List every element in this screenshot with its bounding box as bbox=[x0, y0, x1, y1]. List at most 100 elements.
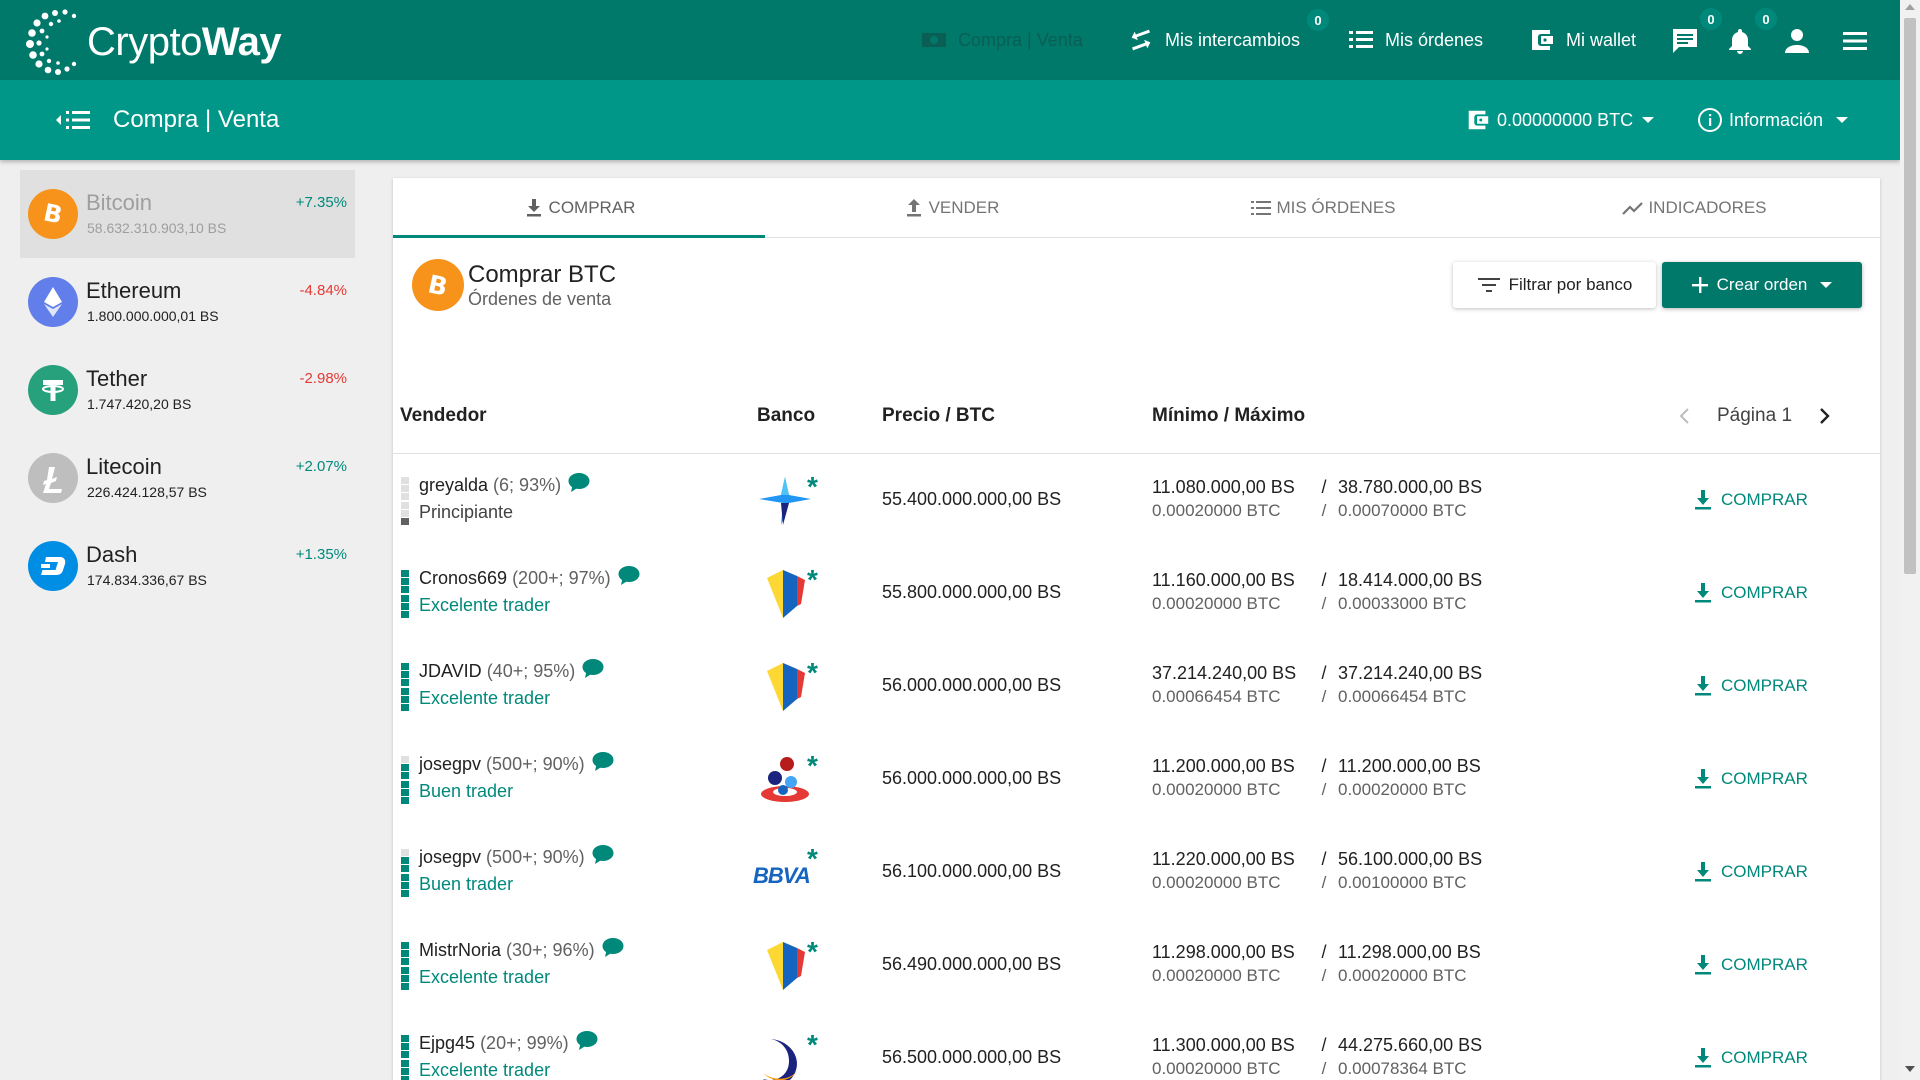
limits-bs: 11.220.000,00 BS / 56.100.000,00 BS bbox=[1152, 849, 1482, 870]
coin-item-dash[interactable]: Dash 174.834.336,67 BS +1.35% bbox=[20, 522, 355, 610]
nav-mis-ordenes[interactable]: Mis órdenes bbox=[1347, 0, 1483, 80]
chat-bubble-icon[interactable] bbox=[617, 564, 641, 586]
limits-bs: 37.214.240,00 BS / 37.214.240,00 BS bbox=[1152, 663, 1482, 684]
seller-info: Ejpg45 (20+; 99%) bbox=[419, 1030, 599, 1054]
bank-logo-icon bbox=[757, 661, 813, 713]
coin-item-tether[interactable]: Tether 1.747.420,20 BS -2.98% bbox=[20, 346, 355, 434]
create-order-button[interactable]: Crear orden bbox=[1662, 262, 1862, 308]
seller-rank: Buen trader bbox=[419, 781, 514, 801]
chat-bubble-icon[interactable] bbox=[591, 843, 615, 865]
max-btc: 0.00033000 BTC bbox=[1338, 594, 1467, 613]
tab-mis-ordenes-label: MIS ÓRDENES bbox=[1276, 198, 1396, 217]
buy-button[interactable]: COMPRAR bbox=[1693, 950, 1808, 980]
logo[interactable]: CryptoWay bbox=[25, 6, 282, 78]
min-btc: 0.00020000 BTC bbox=[1152, 501, 1281, 520]
table-row: Ejpg45 (20+; 99%) Excelente trader * 56.500.… bbox=[393, 1013, 1880, 1080]
chevron-right-icon[interactable] bbox=[1814, 406, 1834, 426]
pagination: Página 1 bbox=[1675, 378, 1834, 454]
chat-bubble-icon[interactable] bbox=[581, 657, 605, 679]
tab-mis-ordenes[interactable]: MIS ÓRDENES bbox=[1137, 178, 1509, 238]
info-dropdown[interactable]: Información bbox=[1697, 80, 1849, 160]
tab-indicadores[interactable]: INDICADORES bbox=[1509, 178, 1880, 238]
seller-stats: (200+; 97%) bbox=[512, 568, 611, 588]
download-icon bbox=[1695, 583, 1711, 603]
nav-compra-venta-label: Compra | Venta bbox=[958, 29, 1083, 50]
exchange-icon bbox=[1131, 29, 1151, 51]
coin-price: 174.834.336,67 BS bbox=[87, 572, 207, 588]
coin-name: Litecoin bbox=[86, 454, 162, 479]
coin-name: Ethereum bbox=[86, 278, 182, 303]
seller-info: JDAVID (40+; 95%) bbox=[419, 658, 605, 682]
balance-value: 0.00000000 BTC bbox=[1497, 109, 1634, 130]
max-btc: 0.00020000 BTC bbox=[1338, 966, 1467, 985]
trader-level-bar bbox=[401, 942, 409, 990]
max-btc: 0.00020000 BTC bbox=[1338, 780, 1467, 799]
column-bank: Banco bbox=[757, 405, 816, 426]
separator: / bbox=[1321, 873, 1327, 892]
seller-name[interactable]: josegpv bbox=[419, 754, 481, 775]
seller-rank: Buen trader bbox=[419, 874, 514, 894]
scroll-up-arrow-icon[interactable] bbox=[1905, 4, 1915, 10]
buy-button[interactable]: COMPRAR bbox=[1693, 578, 1808, 608]
bell-icon[interactable] bbox=[1725, 26, 1755, 56]
list-icon bbox=[1349, 31, 1373, 48]
nav-mi-wallet[interactable]: Mi wallet bbox=[1528, 0, 1636, 80]
max-bs: 18.414.000,00 BS bbox=[1338, 570, 1483, 590]
intercambios-badge: 0 bbox=[1307, 9, 1329, 31]
plus-icon bbox=[1691, 277, 1708, 293]
max-btc: 0.00100000 BTC bbox=[1338, 873, 1467, 892]
seller-name[interactable]: greyalda bbox=[419, 475, 488, 496]
nav-intercambios-label: Mis intercambios bbox=[1165, 29, 1301, 50]
balance-dropdown[interactable]: 0.00000000 BTC bbox=[1465, 80, 1655, 160]
chat-bubble-icon[interactable] bbox=[567, 471, 591, 493]
hamburger-menu-icon[interactable] bbox=[1840, 26, 1870, 56]
buy-button[interactable]: COMPRAR bbox=[1693, 857, 1808, 887]
trader-level-bar bbox=[401, 756, 409, 804]
seller-name[interactable]: MistrNoria bbox=[419, 940, 501, 961]
seller-name[interactable]: JDAVID bbox=[419, 661, 482, 682]
list-icon bbox=[1251, 201, 1272, 215]
seller-info: josegpv (500+; 90%) bbox=[419, 751, 615, 775]
trader-level-bar bbox=[401, 477, 409, 525]
separator: / bbox=[1321, 687, 1327, 706]
filter-by-bank-button[interactable]: Filtrar por banco bbox=[1453, 262, 1656, 308]
column-min-max: Mínimo / Máximo bbox=[1152, 405, 1306, 426]
nav-compra-venta[interactable]: Compra | Venta bbox=[920, 0, 1083, 80]
seller-info: greyalda (6; 93%) bbox=[419, 472, 591, 496]
coin-price: 1.747.420,20 BS bbox=[87, 396, 192, 412]
coin-item-bitcoin[interactable]: B Bitcoin 58.632.310.903,10 BS +7.35% bbox=[20, 170, 355, 258]
bank-asterisk: * bbox=[807, 936, 818, 967]
bank-asterisk: * bbox=[807, 843, 818, 874]
seller-name[interactable]: Cronos669 bbox=[419, 568, 507, 589]
chat-bubble-icon[interactable] bbox=[591, 750, 615, 772]
scroll-thumb[interactable] bbox=[1904, 18, 1916, 574]
info-icon bbox=[1698, 108, 1722, 132]
limits-btc: 0.00066454 BTC / 0.00066454 BTC bbox=[1152, 687, 1467, 707]
buy-button[interactable]: COMPRAR bbox=[1693, 764, 1808, 794]
separator: / bbox=[1321, 501, 1327, 520]
buy-button[interactable]: COMPRAR bbox=[1693, 1043, 1808, 1073]
scroll-down-arrow-icon[interactable] bbox=[1905, 1066, 1915, 1072]
buy-button[interactable]: COMPRAR bbox=[1693, 485, 1808, 515]
buy-button[interactable]: COMPRAR bbox=[1693, 671, 1808, 701]
chat-bubble-icon[interactable] bbox=[575, 1029, 599, 1051]
sidebar-toggle-icon[interactable] bbox=[48, 106, 96, 134]
nav-mis-intercambios[interactable]: Mis intercambios bbox=[1127, 0, 1300, 80]
chevron-left-icon[interactable] bbox=[1675, 406, 1695, 426]
coin-item-ethereum[interactable]: Ethereum 1.800.000.000,01 BS -4.84% bbox=[20, 258, 355, 346]
seller-name[interactable]: josegpv bbox=[419, 847, 481, 868]
coin-item-litecoin[interactable]: Litecoin 226.424.128,57 BS +2.07% bbox=[20, 434, 355, 522]
seller-name[interactable]: Ejpg45 bbox=[419, 1033, 475, 1054]
seller-rank: Excelente trader bbox=[419, 688, 551, 708]
page-scrollbar[interactable] bbox=[1900, 0, 1920, 1080]
download-icon bbox=[1695, 490, 1711, 510]
tab-comprar[interactable]: COMPRAR bbox=[393, 178, 765, 238]
chat-bubble-icon[interactable] bbox=[601, 936, 625, 958]
seller-stats: (20+; 99%) bbox=[480, 1033, 569, 1053]
user-icon[interactable] bbox=[1782, 26, 1812, 56]
tab-vender[interactable]: VENDER bbox=[765, 178, 1137, 238]
chat-icon[interactable] bbox=[1670, 26, 1700, 56]
active-tab-indicator bbox=[393, 235, 765, 238]
page-indicator: Página 1 bbox=[1717, 405, 1793, 426]
min-btc: 0.00020000 BTC bbox=[1152, 966, 1281, 985]
